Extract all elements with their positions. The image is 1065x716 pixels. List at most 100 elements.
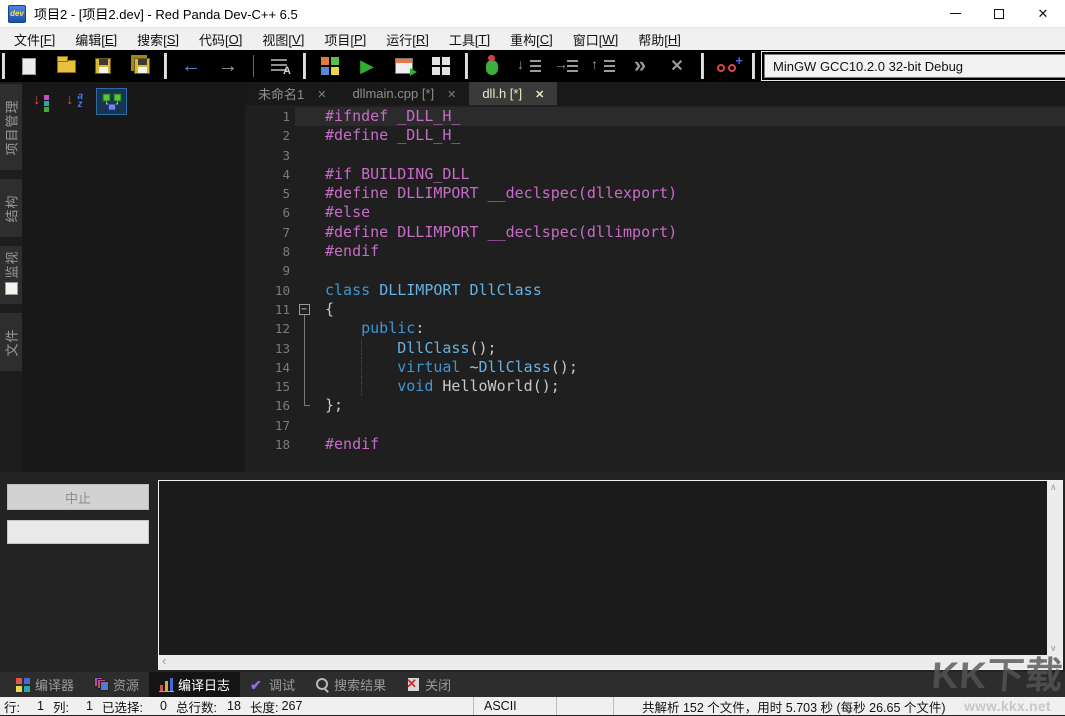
- forward-button[interactable]: [216, 54, 240, 78]
- code-text: #define DLLIMPORT __declspec(dllexport): [317, 184, 1065, 203]
- menu-w[interactable]: 窗口[W]: [563, 28, 629, 50]
- code-line: 18#endif: [245, 435, 1065, 454]
- minimize-icon: [950, 13, 961, 14]
- side-tab-structure[interactable]: 结构: [0, 179, 22, 237]
- close-button[interactable]: [1021, 0, 1065, 27]
- step-into-button[interactable]: [554, 54, 578, 78]
- fold-gutter: [295, 165, 317, 184]
- back-button[interactable]: [179, 54, 203, 78]
- toolbar-grip[interactable]: [164, 53, 167, 79]
- open-button[interactable]: [54, 54, 78, 78]
- menu-r[interactable]: 运行[R]: [376, 28, 439, 50]
- code-text: public:: [317, 319, 1065, 338]
- side-tab-files[interactable]: 文件: [0, 313, 22, 371]
- code-text: {: [317, 300, 1065, 319]
- sort-alphabetically-button[interactable]: [63, 90, 87, 114]
- statusbar: 行:1列:1已选择:0总行数:18长度:267 ASCII 共解析 152 个文…: [0, 697, 1065, 715]
- step-over-button[interactable]: [517, 54, 541, 78]
- side-tab-label: 结构: [2, 194, 21, 222]
- compile-log-output[interactable]: [158, 480, 1063, 670]
- compiler-select-value: MinGW GCC10.2.0 32-bit Debug: [773, 59, 963, 74]
- fold-gutter: [295, 261, 317, 280]
- structure-panel-toolbar: [22, 82, 245, 115]
- editor-tab-label: dllmain.cpp [*]: [352, 86, 434, 101]
- line-number: 5: [245, 184, 295, 203]
- close-icon: [1038, 6, 1049, 22]
- side-tab-watch[interactable]: 监视: [0, 246, 22, 304]
- fold-toggle-icon[interactable]: [299, 304, 310, 315]
- side-tab-label: 文件: [2, 328, 21, 356]
- compiler-select[interactable]: MinGW GCC10.2.0 32-bit Debug: [764, 54, 1065, 78]
- step-out-button[interactable]: [591, 54, 615, 78]
- editor-tab-dll-h[interactable]: dll.h [*]: [469, 82, 557, 105]
- bottom-panel: 中止: [0, 472, 1065, 672]
- new-file-button[interactable]: [17, 54, 41, 78]
- open-folder-icon: [57, 60, 76, 73]
- menu-o[interactable]: 代码[O]: [189, 28, 252, 50]
- code-line: 11{: [245, 300, 1065, 319]
- bottom-tab-debug[interactable]: 调试: [240, 672, 305, 697]
- code-text: #if BUILDING_DLL: [317, 165, 1065, 184]
- menu-h[interactable]: 帮助[H]: [628, 28, 691, 50]
- app-icon-text: dev: [10, 9, 24, 18]
- show-inherited-button[interactable]: [96, 88, 127, 115]
- fold-gutter: [295, 126, 317, 145]
- sort-by-type-button[interactable]: [30, 90, 54, 114]
- project-panel: [22, 82, 245, 472]
- continue-button[interactable]: [628, 54, 652, 78]
- tab-close-icon[interactable]: [535, 86, 544, 101]
- line-number: 3: [245, 146, 295, 165]
- toolbar-grip[interactable]: [303, 53, 306, 79]
- parse-status: 共解析 152 个文件，用时 5.703 秒 (每秒 26.65 个文件): [642, 697, 946, 716]
- menu-f[interactable]: 文件[F]: [4, 28, 65, 50]
- line-number: 6: [245, 203, 295, 222]
- kkx-logo-watermark: KK下载: [930, 645, 1065, 699]
- compile-run-button[interactable]: [392, 54, 416, 78]
- editor-tab-untitled1[interactable]: 未命名1: [245, 82, 339, 105]
- fold-gutter: [295, 300, 317, 319]
- code-text: #define DLLIMPORT __declspec(dllimport): [317, 223, 1065, 242]
- bottom-tab-close[interactable]: 关闭: [396, 672, 461, 697]
- tab-close-icon[interactable]: [447, 86, 456, 101]
- code-line: 6#else: [245, 203, 1065, 222]
- add-watch-button[interactable]: [716, 54, 740, 78]
- toolbar-grip[interactable]: [752, 53, 755, 79]
- menu-c[interactable]: 重构[C]: [500, 28, 563, 50]
- code-line: 7#define DLLIMPORT __declspec(dllimport): [245, 223, 1065, 242]
- tab-close-icon[interactable]: [317, 86, 326, 101]
- line-number: 13: [245, 339, 295, 358]
- code-line: 9: [245, 261, 1065, 280]
- toolbar-grip[interactable]: [465, 53, 468, 79]
- debug-button[interactable]: [480, 54, 504, 78]
- menu-p[interactable]: 项目[P]: [314, 28, 376, 50]
- rebuild-all-button[interactable]: [429, 54, 453, 78]
- horizontal-scrollbar[interactable]: [159, 655, 1062, 669]
- reformat-button[interactable]: [267, 54, 291, 78]
- bottom-tab-log[interactable]: 编译日志: [149, 672, 240, 697]
- menu-v[interactable]: 视图[V]: [252, 28, 314, 50]
- editor-tab-dllmain-cpp[interactable]: dllmain.cpp [*]: [339, 82, 469, 105]
- vertical-scrollbar[interactable]: [1047, 481, 1062, 655]
- stop-button[interactable]: [665, 54, 689, 78]
- toolbar-grip[interactable]: [701, 53, 704, 79]
- menu-t[interactable]: 工具[T]: [439, 28, 500, 50]
- line-number: 12: [245, 319, 295, 338]
- code-editor[interactable]: 1#ifndef _DLL_H_2#define _DLL_H_34#if BU…: [245, 105, 1065, 472]
- toolbar-grip[interactable]: [2, 53, 5, 79]
- line-number: 15: [245, 377, 295, 396]
- menu-s[interactable]: 搜索[S]: [127, 28, 189, 50]
- maximize-button[interactable]: [977, 0, 1021, 27]
- minimize-button[interactable]: [933, 0, 977, 27]
- site-watermark: www.kkx.net: [964, 699, 1051, 714]
- compile-button[interactable]: [318, 54, 342, 78]
- menu-e[interactable]: 编辑[E]: [65, 28, 127, 50]
- save-button[interactable]: [91, 54, 115, 78]
- bottom-tab-compiler[interactable]: 编译器: [6, 672, 84, 697]
- bottom-tab-resource[interactable]: 资源: [84, 672, 149, 697]
- save-all-button[interactable]: [128, 54, 152, 78]
- abort-button[interactable]: 中止: [7, 484, 149, 510]
- side-tab-project[interactable]: 项目管理: [0, 84, 22, 170]
- bottom-tab-search[interactable]: 搜索结果: [305, 672, 396, 697]
- run-button[interactable]: [355, 54, 379, 78]
- debug-toolbar-group: [470, 50, 699, 82]
